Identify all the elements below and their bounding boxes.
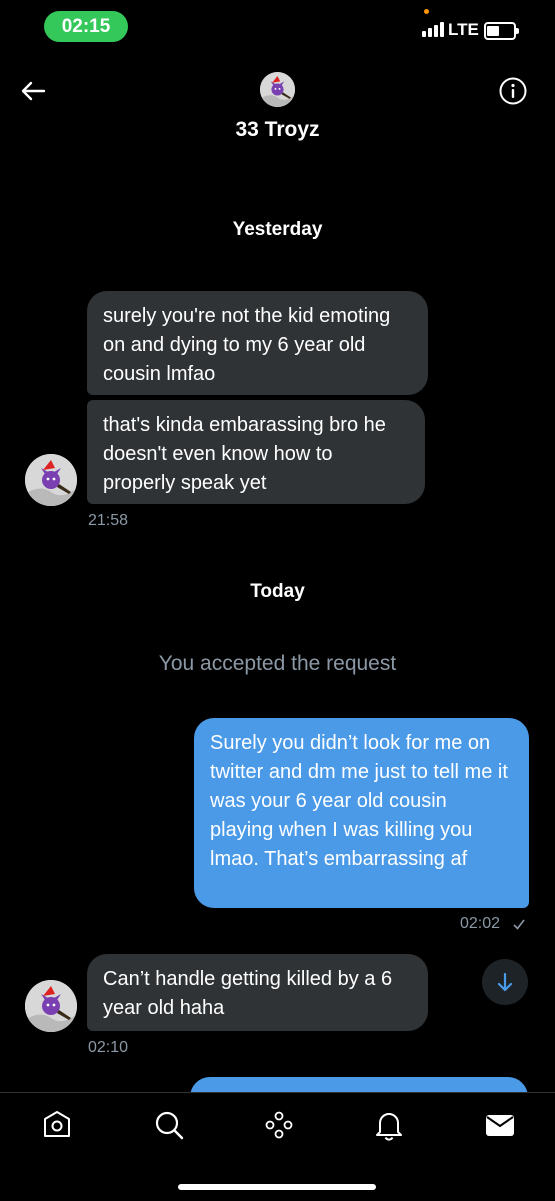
message-text: Can’t handle getting killed by a 6 year … [103,968,393,1019]
sender-avatar[interactable] [25,980,77,1032]
message-timestamp: 02:02 [460,915,500,933]
outgoing-message[interactable]: Surely you didn’t look for me on twitter… [194,718,529,908]
battery-level [487,26,499,36]
date-separator-today: Today [250,581,305,602]
sender-avatar[interactable] [25,454,77,506]
message-timestamp: 02:10 [88,1039,129,1056]
arrow-down-icon [497,972,513,992]
message-text: surely you're not the kid emoting on and… [103,305,391,385]
signal-icon [422,22,444,37]
mic-indicator [424,9,429,14]
network-label: LTE [448,20,479,39]
notifications-icon[interactable] [372,1108,406,1142]
search-icon[interactable] [152,1108,186,1142]
incoming-message[interactable]: that's kinda embarassing bro he doesn't … [87,400,425,504]
message-text: Surely you didn’t look for me on twitter… [210,732,508,870]
incoming-message[interactable]: Can’t handle getting killed by a 6 year … [87,954,428,1031]
info-icon[interactable] [498,76,528,106]
date-separator-yesterday: Yesterday [232,219,323,240]
request-accepted-note: You accepted the request [158,652,397,675]
home-indicator [178,1184,376,1190]
conversation-title: 33 Troyz [235,118,320,141]
home-icon[interactable] [40,1108,74,1142]
check-icon [513,919,525,930]
incoming-message[interactable]: surely you're not the kid emoting on and… [87,291,428,395]
messages-icon[interactable] [483,1108,517,1142]
timestamp-text: 02:02 [460,915,501,932]
header-avatar[interactable] [260,72,295,107]
spaces-icon[interactable] [262,1108,296,1142]
message-text: that's kinda embarassing bro he doesn't … [103,414,386,494]
status-time: 02:15 [44,11,128,42]
message-timestamp: 21:58 [88,512,129,529]
scroll-to-bottom-button[interactable] [482,959,528,1005]
battery-tip [516,28,519,34]
back-arrow-icon[interactable] [18,76,48,106]
